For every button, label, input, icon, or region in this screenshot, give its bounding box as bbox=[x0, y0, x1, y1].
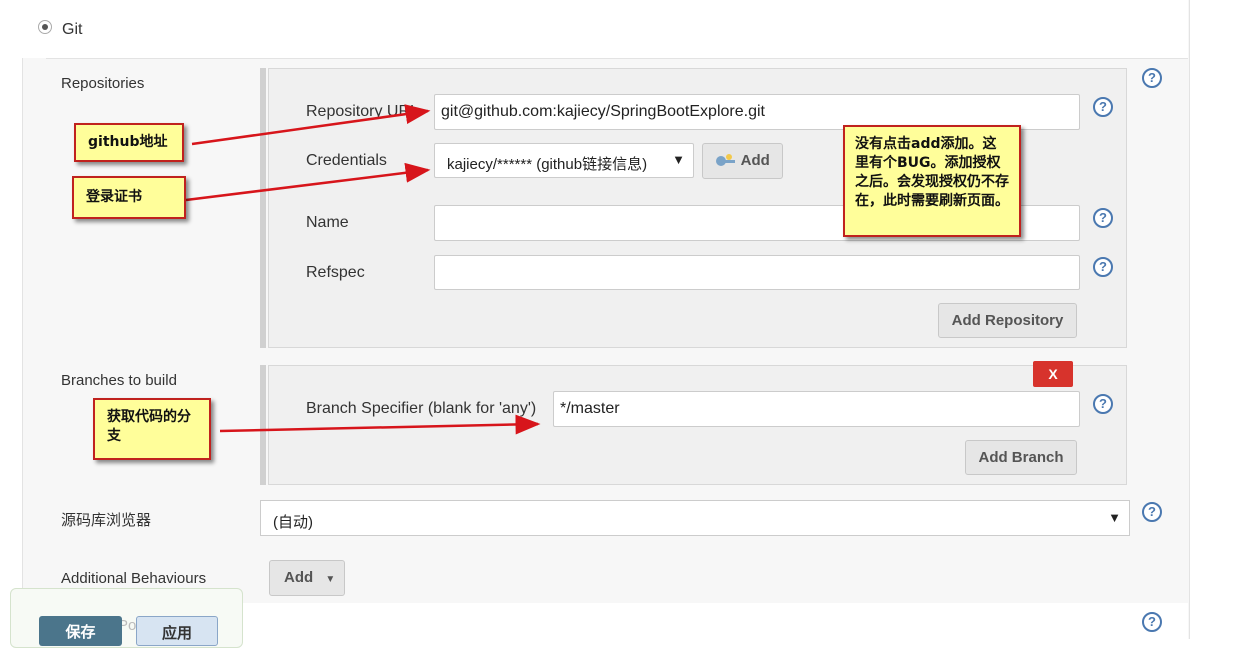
arrow-branch bbox=[219, 414, 541, 435]
annotation-arrows bbox=[185, 104, 541, 435]
callout-bug-note: 没有点击add添加。这里有个BUG。添加授权之后。会发现授权仍不存在，此时需要刷… bbox=[843, 125, 1021, 237]
arrow-url bbox=[191, 104, 431, 146]
callout-github-address: github地址 bbox=[74, 123, 184, 162]
arrow-credentials bbox=[185, 162, 431, 202]
callout-credentials: 登录证书 bbox=[72, 176, 186, 219]
callout-branch: 获取代码的分支 bbox=[93, 398, 211, 460]
